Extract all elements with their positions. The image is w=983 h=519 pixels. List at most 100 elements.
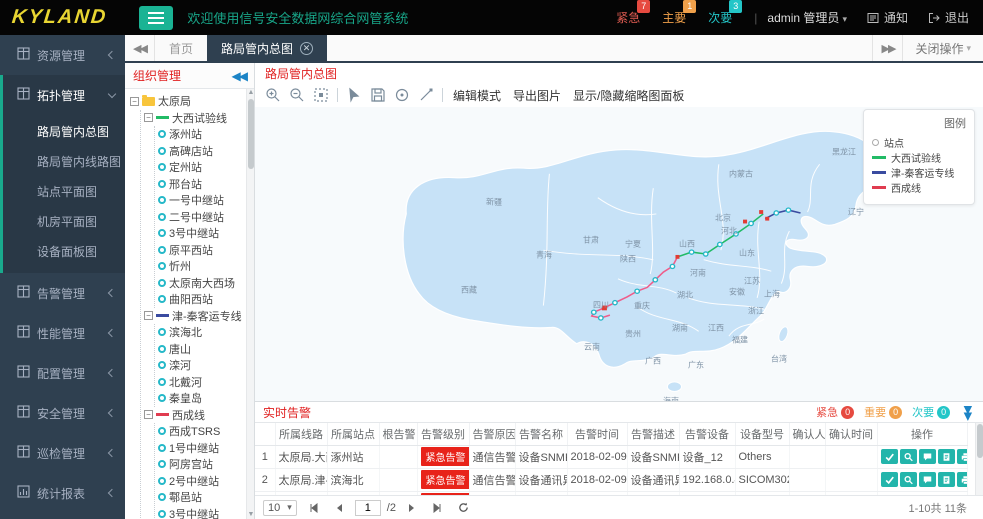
header-alarm-badge[interactable]: 紧急7 xyxy=(616,9,640,26)
header-alarm-badge[interactable]: 主要1 xyxy=(662,9,686,26)
alarm-row[interactable]: 1太原局.大西涿州站紧急告警通信告警设备SNMP超2018-02-09 1设备S… xyxy=(255,445,967,468)
column-header[interactable]: 告警描述 xyxy=(627,423,679,445)
tree-node[interactable]: 滨海北 xyxy=(158,324,254,341)
column-header[interactable]: 告警级别 xyxy=(417,423,469,445)
tree-node[interactable]: 1号中继站 xyxy=(158,440,254,457)
comment-button[interactable] xyxy=(919,472,936,487)
page-number-input[interactable] xyxy=(355,500,381,516)
scroll-down-icon[interactable]: ▼ xyxy=(247,511,255,519)
prev-page-button[interactable] xyxy=(329,500,349,516)
column-header[interactable]: 确认时间 xyxy=(825,423,877,445)
sidebar-subitem[interactable]: 设备面板图 xyxy=(3,237,125,267)
map-tool-button[interactable]: 编辑模式 xyxy=(453,87,501,104)
pointer-icon[interactable] xyxy=(346,87,362,103)
tree-node[interactable]: 阿房宫站 xyxy=(158,456,254,473)
print-button[interactable] xyxy=(957,472,968,487)
column-header[interactable]: 告警原因 xyxy=(469,423,515,445)
sidebar-item[interactable]: 统计报表 xyxy=(0,473,125,513)
tree-node[interactable]: 原平西站 xyxy=(158,242,254,259)
sidebar-item[interactable]: 拓扑管理 xyxy=(0,75,125,115)
tree-node[interactable]: 鄠邑站 xyxy=(158,489,254,506)
column-header[interactable]: 所属线路 xyxy=(275,423,327,445)
tree-node[interactable]: 太原南大西场 xyxy=(158,275,254,292)
column-header[interactable]: 确认人 xyxy=(789,423,825,445)
column-header[interactable]: 所属站点 xyxy=(327,423,379,445)
tree-node[interactable]: 秦皇岛 xyxy=(158,390,254,407)
scroll-up-icon[interactable]: ▲ xyxy=(247,89,255,97)
page-size-select[interactable]: 10▾ xyxy=(263,500,297,516)
tabs-scroll-right-button[interactable]: ▶▶ xyxy=(872,35,902,61)
tree-node[interactable]: −西成线 xyxy=(144,407,254,424)
expand-panel-icon[interactable]: ▶▶ xyxy=(962,406,975,419)
alarm-row[interactable]: 3太原局.西成西成TSRS紧急告警通信告警设备通讯异2018-02-09 1设备… xyxy=(255,491,967,495)
sidebar-item[interactable]: 巡检管理 xyxy=(0,433,125,473)
sidebar-item[interactable]: 资源管理 xyxy=(0,35,125,75)
confirm-button[interactable] xyxy=(881,472,898,487)
sidebar-item[interactable]: 配置管理 xyxy=(0,353,125,393)
tree-node[interactable]: 3号中继站 xyxy=(158,506,254,519)
column-header[interactable]: 设备型号 xyxy=(735,423,789,445)
header-alarm-badge[interactable]: 次要3 xyxy=(708,9,732,26)
alarm-counter[interactable]: 紧急0 xyxy=(816,404,854,420)
sidebar-item[interactable]: 安全管理 xyxy=(0,393,125,433)
tree-node[interactable]: −太原局 xyxy=(130,93,254,110)
detail-button[interactable] xyxy=(938,449,955,464)
tree-node[interactable]: 唐山 xyxy=(158,341,254,358)
sidebar-subitem[interactable]: 机房平面图 xyxy=(3,207,125,237)
sidebar-item[interactable]: 性能管理 xyxy=(0,313,125,353)
sidebar-item[interactable]: 报表管理 xyxy=(0,513,125,519)
column-header[interactable]: 告警时间 xyxy=(567,423,627,445)
tree-node[interactable]: 3号中继站 xyxy=(158,225,254,242)
first-page-button[interactable] xyxy=(303,500,323,516)
zoom-out-icon[interactable] xyxy=(289,87,305,103)
tree-scrollbar[interactable]: ▲ ▼ xyxy=(246,89,254,519)
target-icon[interactable] xyxy=(394,87,410,103)
tree-node[interactable]: 二号中继站 xyxy=(158,209,254,226)
tree-node[interactable]: 一号中继站 xyxy=(158,192,254,209)
print-button[interactable] xyxy=(957,449,968,464)
tree-node[interactable]: 忻州 xyxy=(158,258,254,275)
last-page-button[interactable] xyxy=(428,500,448,516)
sidebar-subitem[interactable]: 路局管内线路图 xyxy=(3,147,125,177)
tree-node[interactable]: 邢台站 xyxy=(158,176,254,193)
column-header[interactable]: 告警名称 xyxy=(515,423,567,445)
close-tab-icon[interactable]: ✕ xyxy=(300,42,313,55)
confirm-button[interactable] xyxy=(881,449,898,464)
tree-node[interactable]: 高碑店站 xyxy=(158,143,254,160)
save-icon[interactable] xyxy=(370,87,386,103)
tree-node[interactable]: 涿州站 xyxy=(158,126,254,143)
sidebar-subitem[interactable]: 路局管内总图 xyxy=(3,117,125,147)
tree-node[interactable]: 定州站 xyxy=(158,159,254,176)
fit-icon[interactable] xyxy=(313,87,329,103)
collapse-icon[interactable]: − xyxy=(144,311,153,320)
tree-node[interactable]: 滦河 xyxy=(158,357,254,374)
table-scrollbar[interactable] xyxy=(975,423,983,495)
sidebar-subitem[interactable]: 站点平面图 xyxy=(3,177,125,207)
column-header[interactable]: 根告警 xyxy=(379,423,417,445)
detail-button[interactable] xyxy=(938,472,955,487)
comment-button[interactable] xyxy=(919,449,936,464)
close-operations-dropdown[interactable]: 关闭操作▾ xyxy=(902,35,983,61)
alarm-counter[interactable]: 次要0 xyxy=(912,404,950,420)
map-tool-button[interactable]: 导出图片 xyxy=(513,87,561,104)
tab-station-overview[interactable]: 路局管内总图 ✕ xyxy=(207,35,327,61)
logout-link[interactable]: 退出 xyxy=(928,9,969,26)
tabs-scroll-left-button[interactable]: ◀◀ xyxy=(125,35,155,61)
zoom-in-icon[interactable] xyxy=(265,87,281,103)
tree-node[interactable]: 北戴河 xyxy=(158,374,254,391)
hamburger-menu-button[interactable] xyxy=(139,6,173,30)
line-icon[interactable] xyxy=(418,87,434,103)
tree-node[interactable]: −大西试验线 xyxy=(144,110,254,127)
alarm-counter[interactable]: 重要0 xyxy=(864,404,902,420)
tree-node[interactable]: 曲阳西站 xyxy=(158,291,254,308)
tab-home[interactable]: 首页 xyxy=(155,35,207,61)
alarm-row[interactable]: 2太原局.津-秦滨海北紧急告警通信告警设备通讯异2018-02-09 1设备通讯… xyxy=(255,468,967,491)
column-header[interactable]: 告警设备 xyxy=(679,423,735,445)
refresh-button[interactable] xyxy=(454,500,474,516)
collapse-icon[interactable]: − xyxy=(144,410,153,419)
search-button[interactable] xyxy=(900,472,917,487)
map-tool-button[interactable]: 显示/隐藏缩略图面板 xyxy=(573,87,684,104)
china-map[interactable]: 新疆西藏青海甘肃内蒙古黑龙江吉林辽宁北京河北山西宁夏陕西山东河南江苏安徽上海湖北… xyxy=(255,107,983,401)
column-header[interactable] xyxy=(255,423,275,445)
user-menu[interactable]: admin 管理员▾ xyxy=(767,9,847,26)
